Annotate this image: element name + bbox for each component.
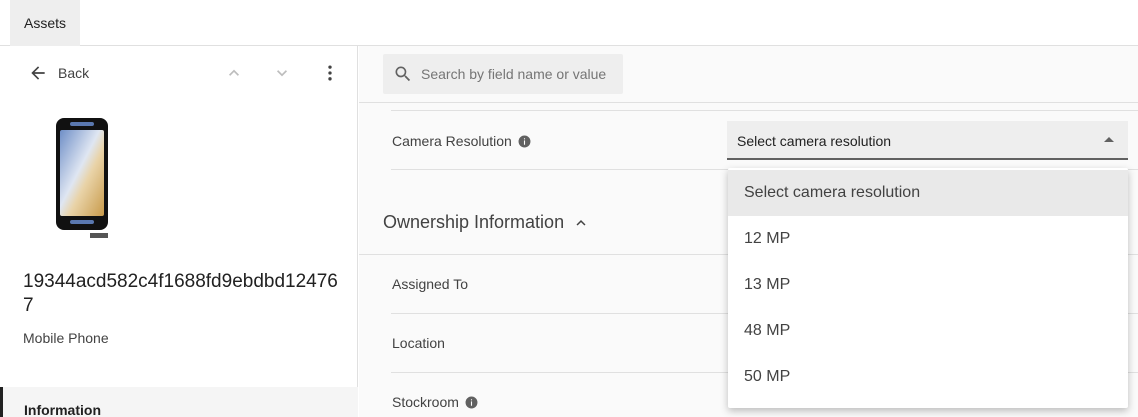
- back-label: Back: [58, 65, 90, 81]
- chevron-up-icon: [576, 219, 586, 226]
- info-icon[interactable]: [465, 396, 478, 409]
- camera-resolution-dropdown: Select camera resolution 12 MP 13 MP 48 …: [728, 168, 1128, 408]
- section-header-ownership[interactable]: Ownership Information: [383, 212, 590, 233]
- section-title: Ownership Information: [383, 212, 565, 232]
- search-field[interactable]: Search by field name or value: [383, 54, 623, 94]
- assigned-to-label: Assigned To: [392, 276, 469, 292]
- left-panel: Back 19344acd582c4f1688fd9ebdbd124767 Mo…: [0, 46, 358, 417]
- more-vert-icon[interactable]: [320, 63, 340, 83]
- divider: [359, 102, 1138, 103]
- caret-up-icon: [1104, 137, 1114, 142]
- stockroom-label: Stockroom: [392, 394, 459, 410]
- nav-item-information[interactable]: Information: [0, 387, 358, 417]
- nav-item-label: Information: [24, 402, 101, 417]
- chevron-down-icon[interactable]: [272, 63, 292, 83]
- dropdown-option[interactable]: 48 MP: [728, 308, 1128, 354]
- dropdown-option[interactable]: 12 MP: [728, 216, 1128, 262]
- field-label: Stockroom: [392, 394, 478, 410]
- mobile-phone-image: [56, 118, 108, 238]
- field-label: Camera Resolution: [392, 133, 531, 149]
- info-icon[interactable]: [518, 135, 531, 148]
- field-label: Location: [392, 335, 445, 351]
- asset-id-title: 19344acd582c4f1688fd9ebdbd124767: [23, 271, 338, 316]
- dropdown-option[interactable]: Select camera resolution: [728, 170, 1128, 216]
- camera-resolution-label: Camera Resolution: [392, 133, 512, 149]
- arrow-left-icon: [31, 66, 45, 80]
- dropdown-option[interactable]: 13 MP: [728, 262, 1128, 308]
- top-tab-bar: Assets: [0, 0, 1138, 46]
- active-indicator: [0, 387, 3, 417]
- select-value: Select camera resolution: [737, 133, 892, 149]
- location-label: Location: [392, 335, 445, 351]
- tab-assets[interactable]: Assets: [10, 0, 81, 46]
- back-button[interactable]: Back: [28, 63, 89, 83]
- chevron-up-icon[interactable]: [224, 63, 244, 83]
- camera-resolution-select[interactable]: Select camera resolution: [727, 121, 1128, 160]
- asset-type-label: Mobile Phone: [23, 330, 109, 346]
- search-placeholder: Search by field name or value: [421, 66, 607, 82]
- search-icon: [395, 66, 411, 82]
- dropdown-option[interactable]: 50 MP: [728, 354, 1128, 400]
- field-label: Assigned To: [392, 276, 468, 292]
